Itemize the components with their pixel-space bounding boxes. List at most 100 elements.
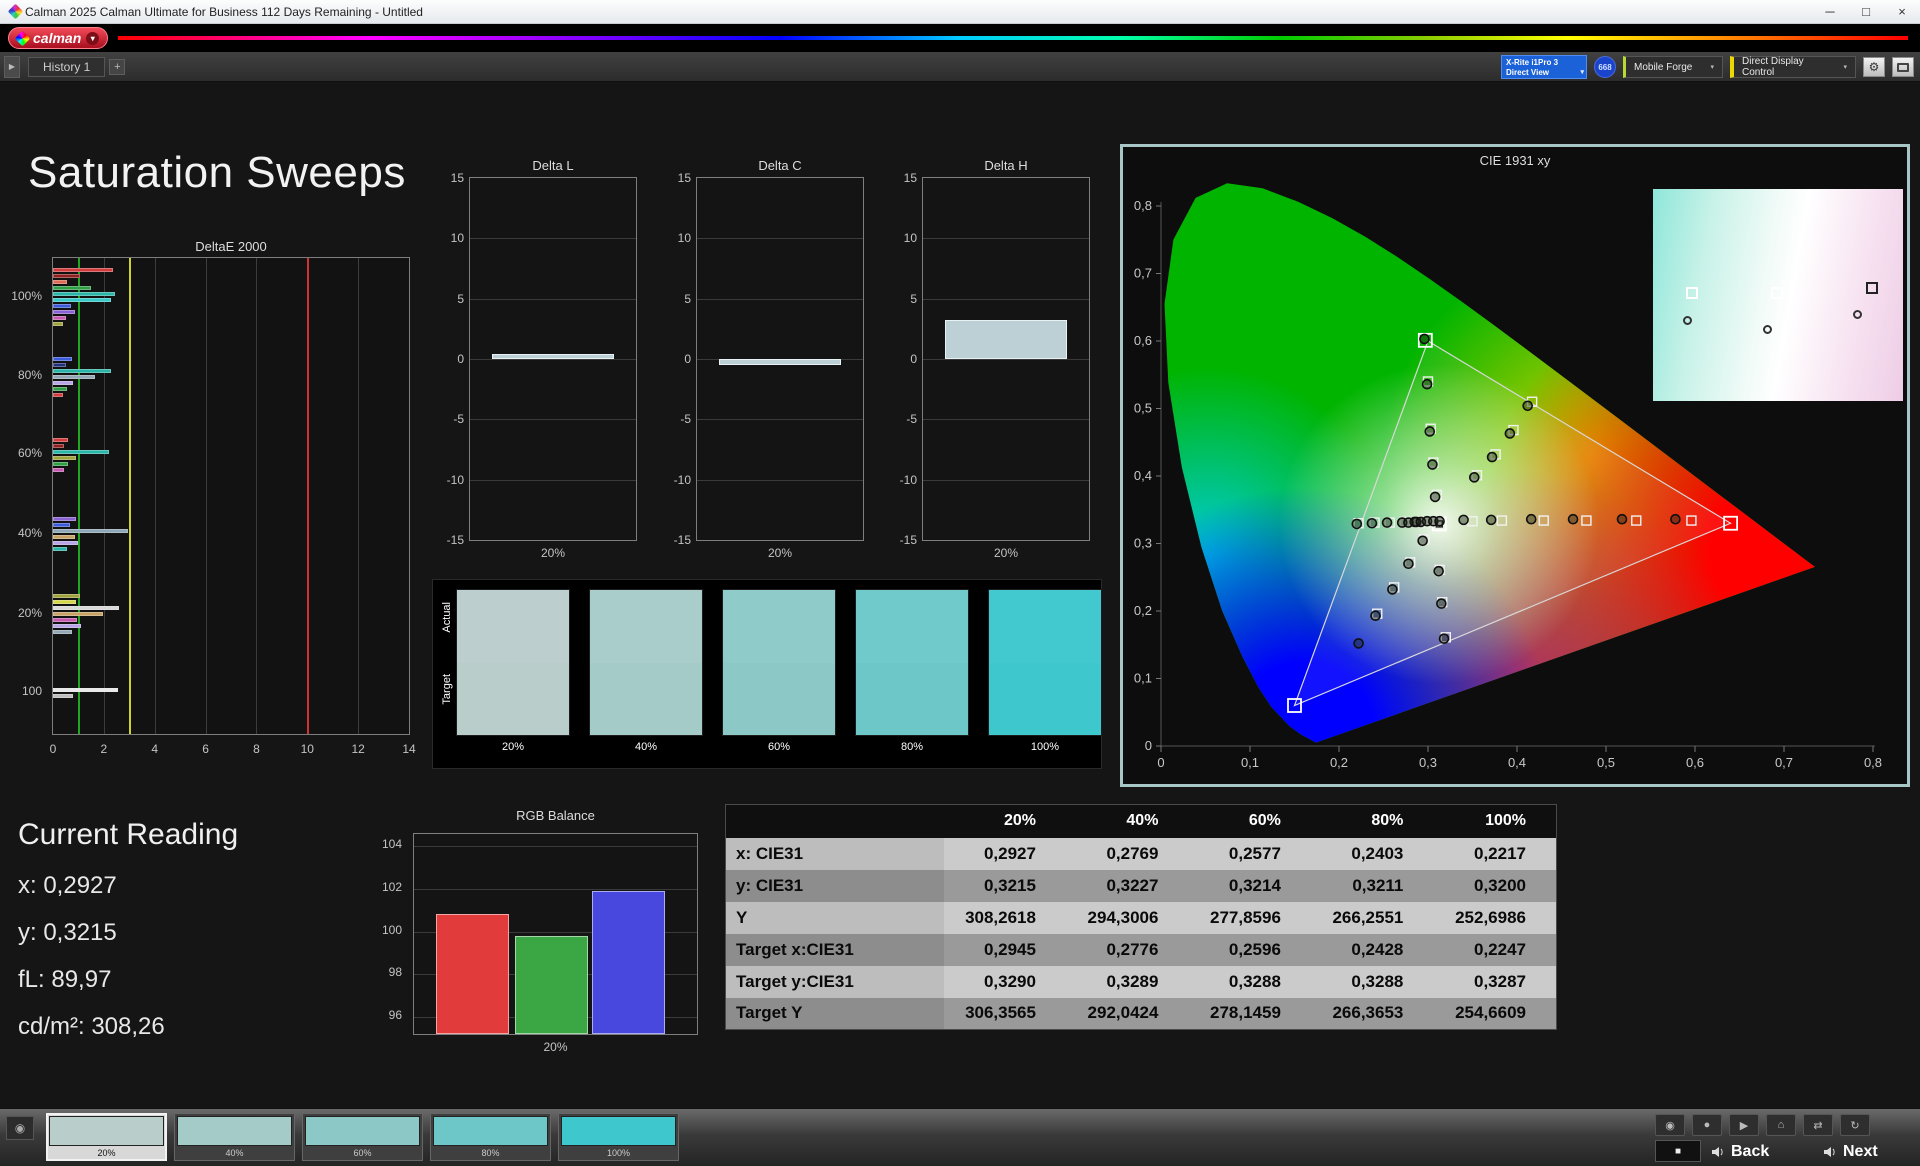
pattern-button-100%[interactable]: 100% bbox=[558, 1113, 679, 1161]
eye-button[interactable]: ◉ bbox=[1655, 1114, 1685, 1136]
delta-chart-delta-c: Delta C 15 10 5 0 -5 -10 -15 20% bbox=[674, 158, 864, 560]
deltae-bar bbox=[53, 286, 92, 291]
deltae-x-tick: 0 bbox=[49, 742, 57, 756]
swap-button[interactable]: ⇄ bbox=[1803, 1114, 1833, 1136]
delta-y-tick: 15 bbox=[903, 171, 917, 185]
pattern-buttons: 20% 40% 60% 80% 100% bbox=[46, 1113, 679, 1161]
swatch-label: 60% bbox=[767, 741, 791, 753]
delta-chart-delta-l: Delta L 15 10 5 0 -5 -10 -15 20% bbox=[447, 158, 637, 560]
pattern-button-40%[interactable]: 40% bbox=[174, 1113, 295, 1161]
svg-text:0,5: 0,5 bbox=[1597, 755, 1615, 770]
deltae-bar bbox=[53, 517, 76, 522]
back-button-label: Back bbox=[1731, 1143, 1770, 1160]
transport-buttons: ◉ ● ▶ ⌂ ⇄ ↻ bbox=[1655, 1114, 1870, 1136]
logo-bar: calman ▾ bbox=[0, 24, 1920, 52]
minimize-button[interactable]: ─ bbox=[1812, 0, 1848, 24]
deltae-bar bbox=[53, 449, 109, 454]
value-cell: 0,2596 bbox=[1188, 933, 1311, 966]
table-body: x: CIE31 0,2927 0,2769 0,2577 0,2403 0,2217 y:… bbox=[725, 837, 1557, 1030]
swatch-target bbox=[856, 662, 968, 735]
table-header-cell: 40% bbox=[1065, 804, 1189, 838]
calman-logo-button[interactable]: calman ▾ bbox=[8, 27, 109, 49]
display-settings-button[interactable] bbox=[1892, 57, 1914, 77]
meter-dropdown[interactable]: X-Rite i1Pro 3 Direct View ▾ bbox=[1501, 55, 1587, 79]
delta-y-tick: 0 bbox=[910, 352, 917, 366]
deltae-bar bbox=[53, 310, 75, 315]
delta-y-tick: -10 bbox=[899, 472, 917, 487]
settings-button[interactable]: ⚙ bbox=[1863, 57, 1885, 77]
deltae-bar bbox=[53, 455, 76, 460]
rgb-y-tick: 98 bbox=[388, 965, 402, 980]
deltae-bar bbox=[53, 443, 65, 448]
display-control-dropdown[interactable]: Direct Display Control ▾ bbox=[1730, 56, 1856, 78]
table-header-cell: 100% bbox=[1433, 804, 1557, 838]
pattern-button-80%[interactable]: 80% bbox=[430, 1113, 551, 1161]
rgb-balance-title: RGB Balance bbox=[516, 808, 595, 823]
play-button[interactable]: ▶ bbox=[1729, 1114, 1759, 1136]
delta-y-tick: -10 bbox=[446, 472, 464, 487]
value-cell: 0,3289 bbox=[1065, 965, 1189, 998]
swatch-color bbox=[589, 589, 703, 736]
calman-diamond-icon bbox=[14, 30, 31, 46]
next-button[interactable]: Next bbox=[1824, 1140, 1878, 1164]
deltae-bar bbox=[53, 606, 120, 611]
delta-y-tick: 0 bbox=[684, 352, 691, 366]
delta-gridline bbox=[697, 238, 863, 240]
logo-caret-icon[interactable]: ▾ bbox=[86, 31, 100, 45]
svg-text:0,2: 0,2 bbox=[1330, 755, 1348, 770]
add-tab-button[interactable]: + bbox=[109, 58, 126, 75]
pattern-color bbox=[433, 1116, 548, 1146]
swatch-color bbox=[456, 589, 570, 736]
deltae-bar bbox=[53, 437, 69, 442]
delta-bar bbox=[718, 359, 842, 366]
deltae-x-tick: 14 bbox=[402, 742, 416, 756]
source-dropdown[interactable]: Mobile Forge ▾ bbox=[1623, 56, 1723, 78]
back-button[interactable]: Back bbox=[1712, 1140, 1769, 1164]
show-patterns-button[interactable]: ◉ bbox=[6, 1116, 34, 1140]
deltae-x-tick: 6 bbox=[202, 742, 209, 756]
svg-text:0,1: 0,1 bbox=[1134, 671, 1152, 686]
record-button[interactable]: ● bbox=[1692, 1114, 1722, 1136]
inset-measured-point bbox=[1683, 316, 1692, 326]
target-row-label: Target bbox=[441, 674, 453, 705]
stop-button[interactable]: ■ bbox=[1655, 1140, 1701, 1162]
panel-expand-button[interactable]: ▶ bbox=[4, 55, 20, 78]
measurement-table: 20% 40% 60% 80% 100% x: CIE31 0,2927 0,2769 0,25… bbox=[725, 804, 1557, 1030]
delta-y-tick: 5 bbox=[684, 291, 691, 306]
pattern-button-60%[interactable]: 60% bbox=[302, 1113, 423, 1161]
refresh-button[interactable]: ↻ bbox=[1840, 1114, 1870, 1136]
display-control-label: Direct Display Control bbox=[1742, 56, 1804, 78]
pattern-button-20%[interactable]: 20% bbox=[46, 1113, 167, 1161]
history-tab[interactable]: History 1 bbox=[28, 56, 106, 77]
cie-panel: CIE 1931 xy 0 0,1 0,2 0,3 0,4 0,5 0,6 0,… bbox=[1120, 144, 1910, 787]
svg-text:0,7: 0,7 bbox=[1134, 266, 1152, 281]
rgb-bar bbox=[592, 890, 665, 1034]
value-cell: 0,3211 bbox=[1310, 869, 1434, 902]
maximize-button[interactable]: □ bbox=[1848, 0, 1884, 24]
value-cell: 0,3227 bbox=[1065, 869, 1189, 902]
row-label-cell: Y bbox=[725, 901, 944, 934]
home-button[interactable]: ⌂ bbox=[1766, 1114, 1796, 1136]
swatch-row: 20% 40% 60% 80% 100% bbox=[456, 589, 1102, 753]
pattern-color bbox=[305, 1116, 420, 1146]
close-button[interactable]: × bbox=[1884, 0, 1920, 24]
deltae-bar bbox=[53, 392, 64, 397]
value-cell: 278,1459 bbox=[1188, 997, 1311, 1030]
value-cell: 0,3287 bbox=[1433, 965, 1557, 998]
delta-y-tick: 10 bbox=[450, 231, 464, 246]
deltae-bar bbox=[53, 274, 80, 279]
delta-chart-title: Delta H bbox=[984, 158, 1028, 173]
row-label-cell: y: CIE31 bbox=[725, 869, 944, 902]
deltae-bar bbox=[53, 467, 65, 472]
delta-gridline bbox=[923, 238, 1089, 240]
deltae-x-tick: 8 bbox=[253, 742, 260, 756]
rgb-bar bbox=[436, 914, 509, 1034]
deltae-bar bbox=[53, 280, 67, 285]
delta-gridline bbox=[923, 419, 1089, 421]
toolbar-right: X-Rite i1Pro 3 Direct View ▾ 668 Mobile … bbox=[1501, 55, 1914, 79]
table-header-cell: 80% bbox=[1310, 804, 1434, 838]
delta-bar bbox=[944, 320, 1068, 359]
rgb-bar bbox=[515, 935, 588, 1034]
value-cell: 252,6986 bbox=[1433, 901, 1557, 934]
deltae-reference-line bbox=[129, 258, 132, 734]
